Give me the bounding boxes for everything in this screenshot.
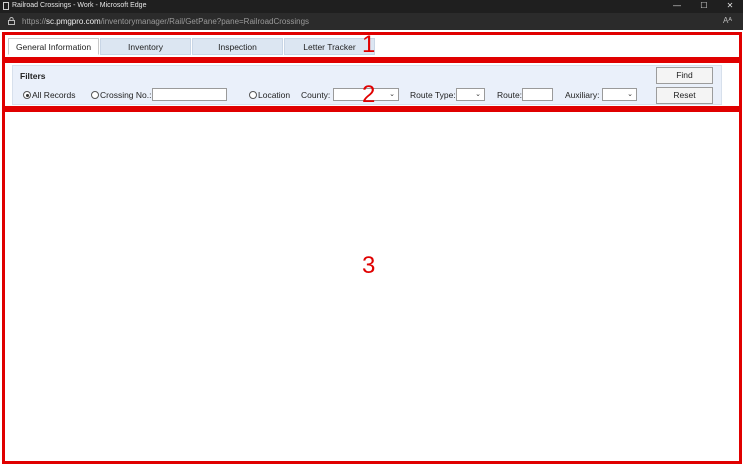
read-aloud-icon[interactable]: Aᴬ <box>723 15 732 26</box>
annotation-label-1: 1 <box>362 31 376 58</box>
window-titlebar: Railroad Crossings - Work - Microsoft Ed… <box>0 0 743 13</box>
annotation-label-3: 3 <box>362 252 376 279</box>
page-icon <box>3 2 9 10</box>
maximize-button[interactable]: ☐ <box>691 0 717 13</box>
address-bar: https://sc.pmgpro.com/inventorymanager/R… <box>0 13 743 30</box>
url-host: sc.pmgpro.com <box>46 17 101 26</box>
lock-icon <box>8 17 15 25</box>
annotation-label-2: 2 <box>362 81 376 108</box>
url-field[interactable]: https://sc.pmgpro.com/inventorymanager/R… <box>22 16 309 27</box>
window-title: Railroad Crossings - Work - Microsoft Ed… <box>12 2 147 9</box>
close-button[interactable]: ✕ <box>717 0 743 13</box>
url-scheme: https:// <box>22 17 47 26</box>
minimize-button[interactable]: — <box>664 0 690 13</box>
highlight-region-3 <box>2 109 742 464</box>
url-path: /inventorymanager/Rail/GetPane?pane=Rail… <box>100 17 310 26</box>
